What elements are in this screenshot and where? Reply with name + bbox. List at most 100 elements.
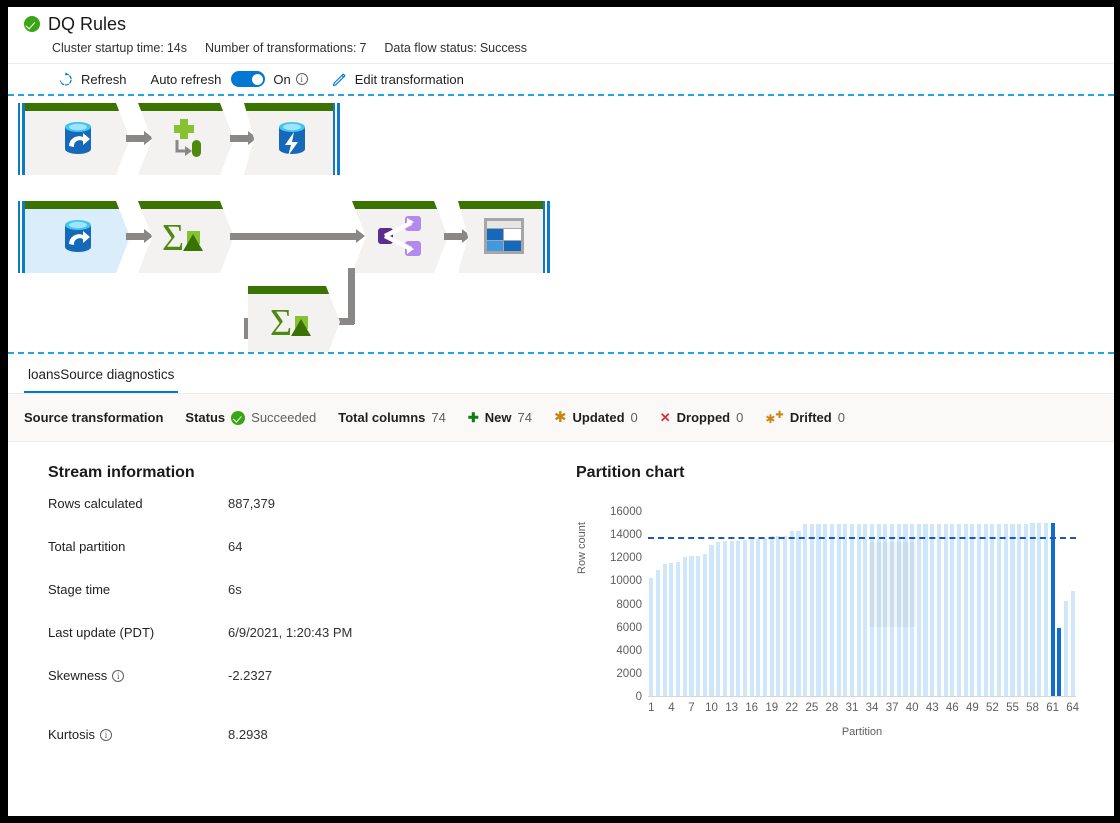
chart-bar[interactable]: [796, 530, 801, 696]
chart-bar[interactable]: [843, 523, 848, 696]
info-icon[interactable]: [99, 728, 112, 742]
chart-bar[interactable]: [749, 539, 754, 696]
chart-y-tick: 2000: [616, 667, 642, 680]
stream-info-value: 8.2938: [228, 727, 268, 742]
chart-bar[interactable]: [702, 554, 707, 696]
stream-info-value: 6s: [228, 582, 242, 597]
sink-node-1[interactable]: [244, 103, 340, 175]
chart-bar[interactable]: [836, 523, 841, 696]
chart-bar[interactable]: [789, 531, 794, 696]
toggle-knob: [251, 73, 263, 85]
chart-bar[interactable]: [997, 523, 1002, 696]
chart-bar[interactable]: [1010, 523, 1015, 696]
stream-info-value: 64: [228, 539, 243, 554]
chart-y-tick: 14000: [610, 529, 642, 542]
chart-bar[interactable]: [970, 523, 975, 696]
chart-bar[interactable]: [676, 561, 681, 696]
chart-bar[interactable]: [976, 523, 982, 696]
toolbar: Refresh Auto refresh On Edit transformat…: [8, 63, 1114, 94]
chart-bar[interactable]: [1043, 523, 1048, 696]
conditional-split-node[interactable]: [352, 201, 448, 273]
pencil-icon: [332, 72, 347, 87]
chart-x-tick: 28: [825, 702, 839, 714]
chart-bar[interactable]: [1017, 523, 1022, 696]
stat-new: ✚ New 74: [467, 410, 532, 425]
chart-bar[interactable]: [776, 536, 781, 696]
auto-refresh-toggle[interactable]: [231, 71, 266, 87]
chart-bar[interactable]: [1057, 627, 1062, 696]
svg-text:Σ: Σ: [270, 302, 292, 343]
chart-bar[interactable]: [655, 569, 661, 696]
chart-bar[interactable]: [1063, 601, 1069, 696]
auto-refresh-info-icon[interactable]: [295, 72, 308, 86]
chart-bar[interactable]: [722, 541, 727, 696]
chart-bar[interactable]: [716, 541, 721, 696]
stream-info-key: Last update (PDT): [48, 625, 155, 640]
chart-bar[interactable]: [943, 523, 948, 696]
derived-column-node[interactable]: [138, 103, 234, 175]
chart-x-tick: 55: [1006, 702, 1019, 714]
aggregate-node-1[interactable]: Σ: [138, 201, 234, 273]
chart-bar[interactable]: [956, 523, 962, 696]
chart-bar[interactable]: [729, 541, 734, 696]
success-check-icon: [231, 410, 246, 425]
chart-bar[interactable]: [950, 523, 955, 696]
source-node-1[interactable]: [25, 103, 130, 175]
refresh-icon: [58, 71, 73, 87]
stream-info-value: -2.2327: [228, 668, 273, 683]
chart-bar[interactable]: [856, 523, 861, 696]
chart-bar[interactable]: [682, 556, 687, 696]
aggregate-node-2[interactable]: Σ: [248, 286, 340, 354]
stream-info-key: Kurtosis: [48, 727, 228, 742]
chart-x-tick: 61: [1046, 702, 1059, 714]
info-icon[interactable]: [112, 669, 125, 683]
chart-y-tick: 4000: [616, 644, 642, 657]
chart-bar[interactable]: [930, 523, 935, 696]
chart-bar[interactable]: [983, 523, 988, 696]
partition-chart[interactable]: Row count 0 2000 4000 6000 8000 10000 12000 140…: [576, 496, 1079, 761]
chart-x-tick: 46: [945, 702, 959, 714]
edit-transformation-label: Edit transformation: [354, 71, 464, 87]
tab-loanssource-diagnostics[interactable]: loansSource diagnostics: [24, 367, 179, 393]
chart-bar[interactable]: [1070, 590, 1075, 696]
chart-bar[interactable]: [963, 523, 968, 696]
chart-bar[interactable]: [863, 523, 868, 696]
chart-y-axis-label: Row count: [576, 522, 588, 574]
chart-bar[interactable]: [669, 563, 674, 696]
chart-bar[interactable]: [762, 538, 768, 696]
chart-bar[interactable]: [1023, 523, 1028, 696]
chart-bar[interactable]: [1003, 523, 1008, 696]
chart-bar[interactable]: [936, 523, 941, 696]
chart-bar[interactable]: [1050, 522, 1055, 696]
stat-source-transformation: Source transformation: [24, 410, 164, 425]
panel-resize-handle[interactable]: [549, 353, 573, 354]
chart-bar[interactable]: [742, 540, 748, 696]
chart-bar[interactable]: [803, 523, 808, 696]
chart-bar[interactable]: [783, 535, 788, 696]
chart-bar[interactable]: [990, 523, 995, 696]
chart-bar[interactable]: [809, 523, 814, 696]
chart-bar[interactable]: [689, 556, 694, 696]
chart-bar[interactable]: [823, 523, 828, 696]
chart-bar[interactable]: [816, 523, 821, 696]
chart-bar[interactable]: [769, 536, 774, 696]
edit-transformation-button[interactable]: Edit transformation: [322, 64, 474, 94]
chart-bar[interactable]: [709, 544, 714, 696]
chart-bar[interactable]: [923, 523, 928, 696]
chart-x-tick: 43: [925, 702, 939, 714]
chart-bar[interactable]: [916, 523, 921, 696]
refresh-button[interactable]: Refresh: [48, 64, 137, 94]
chart-bar[interactable]: [829, 523, 834, 696]
chart-bar[interactable]: [696, 555, 701, 696]
node-header-bar: [458, 201, 550, 209]
chart-bar[interactable]: [649, 578, 654, 696]
sink-node-2[interactable]: [458, 201, 550, 273]
chart-bar[interactable]: [756, 538, 761, 696]
chart-bar[interactable]: [1030, 523, 1035, 696]
chart-bar[interactable]: [662, 564, 667, 696]
chart-bar[interactable]: [736, 541, 741, 696]
dataflow-canvas[interactable]: Σ Σ: [8, 94, 1114, 354]
chart-bar[interactable]: [1037, 523, 1042, 696]
source-node-2[interactable]: [25, 201, 130, 273]
chart-bar[interactable]: [849, 523, 855, 696]
